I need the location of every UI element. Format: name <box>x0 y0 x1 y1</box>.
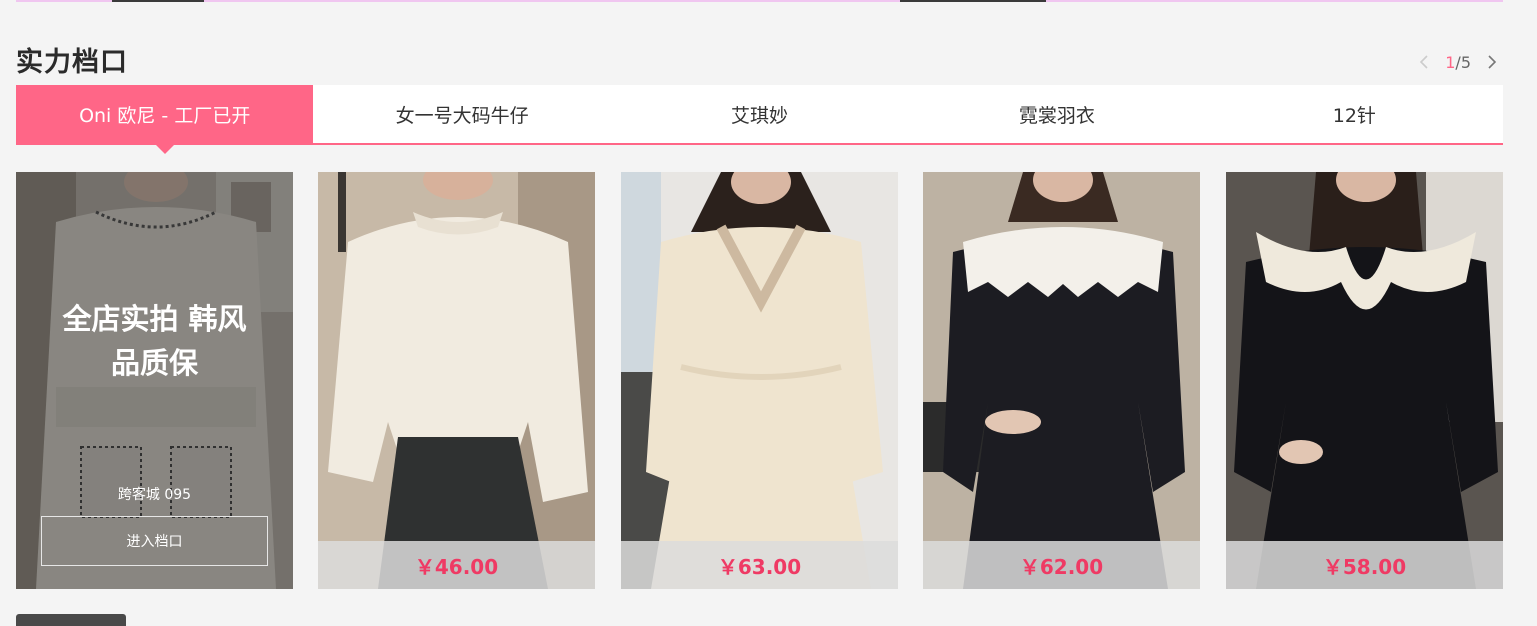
tab-plus-denim[interactable]: 女一号大码牛仔 <box>313 85 610 143</box>
enter-shop-button[interactable]: 进入档口 <box>41 516 268 566</box>
next-section-title-peek <box>16 614 126 626</box>
product-price: ￥58.00 <box>1226 541 1503 589</box>
product-price: ￥62.00 <box>923 541 1200 589</box>
product-card-row: 全店实拍 韩风 品质保 跨客城 095 进入档口 ￥46.00 ￥63.00 ￥… <box>16 172 1503 590</box>
tab-nishang[interactable]: 霓裳羽衣 <box>908 85 1205 143</box>
section-title: 实力档口 <box>16 47 128 78</box>
product-image <box>318 172 595 589</box>
product-image <box>621 172 898 589</box>
shop-card[interactable]: 全店实拍 韩风 品质保 跨客城 095 进入档口 <box>16 172 293 589</box>
tab-aiqimiao[interactable]: 艾琪妙 <box>611 85 908 143</box>
product-image <box>1226 172 1503 589</box>
product-card[interactable]: ￥62.00 <box>923 172 1200 589</box>
product-image <box>923 172 1200 589</box>
page-total: /5 <box>1455 52 1471 72</box>
tab-oni[interactable]: Oni 欧尼 - 工厂已开 <box>16 85 314 154</box>
strip-image-fragment <box>112 0 204 2</box>
strip-image-fragment <box>900 0 1046 2</box>
page-current: 1 <box>1445 52 1456 72</box>
shop-slogan: 全店实拍 韩风 品质保 <box>62 302 247 380</box>
page-counter: 1/5 <box>1445 53 1471 72</box>
shop-tabs: Oni 欧尼 - 工厂已开 女一号大码牛仔 艾琪妙 霓裳羽衣 12针 <box>16 85 1503 154</box>
tab-12-needle[interactable]: 12针 <box>1206 85 1503 143</box>
chevron-left-icon[interactable] <box>1413 51 1435 73</box>
product-price: ￥46.00 <box>318 541 595 589</box>
top-banner-strip <box>16 0 1503 2</box>
product-price: ￥63.00 <box>621 541 898 589</box>
chevron-right-icon[interactable] <box>1481 51 1503 73</box>
product-card[interactable]: ￥63.00 <box>621 172 898 589</box>
shop-name: 跨客城 095 <box>117 487 192 503</box>
product-card[interactable]: ￥58.00 <box>1226 172 1503 589</box>
product-card[interactable]: ￥46.00 <box>318 172 595 589</box>
pager: 1/5 <box>1413 50 1503 74</box>
